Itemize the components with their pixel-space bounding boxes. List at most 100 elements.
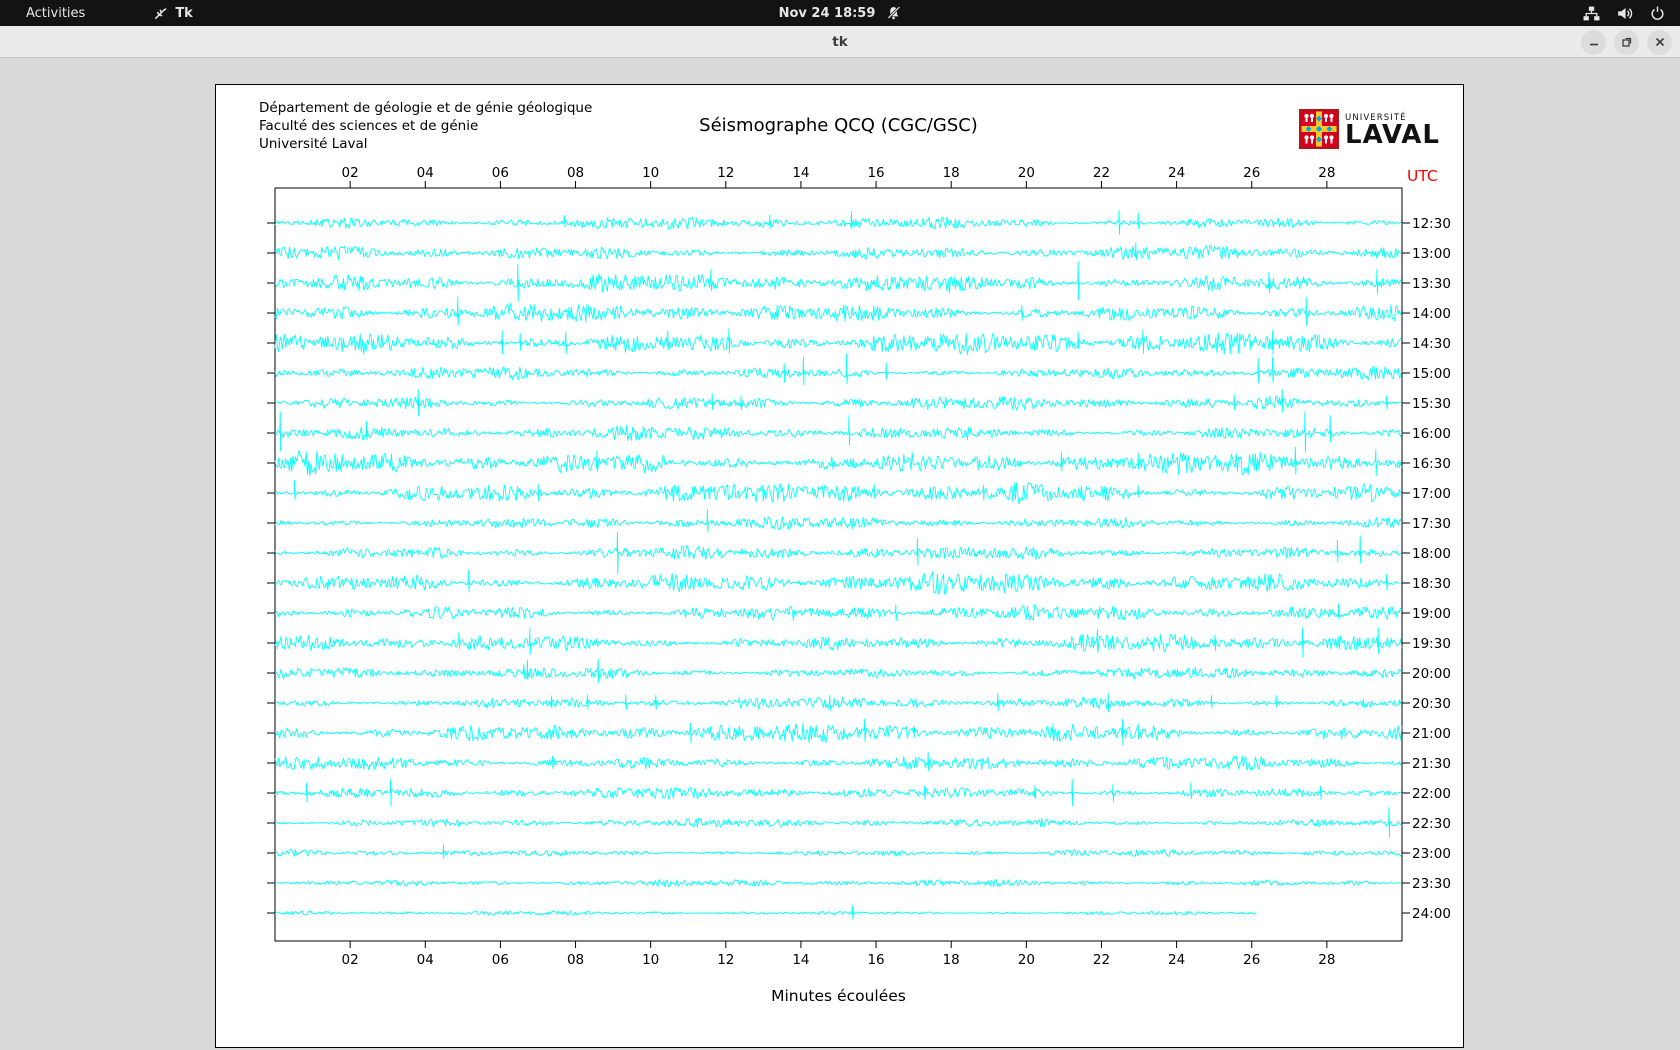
x-tick-label-bottom: 28 <box>1318 952 1335 968</box>
window-titlebar[interactable]: tk <box>0 26 1680 58</box>
power-icon <box>1649 5 1666 22</box>
x-tick-label-top: 16 <box>867 165 884 181</box>
minimize-button[interactable] <box>1581 30 1606 55</box>
seismogram-trace-14-00 <box>275 297 1402 325</box>
desktop: Activities Tk Nov 24 18:59 <box>0 0 1680 1050</box>
clock-menu[interactable]: Nov 24 18:59 <box>779 0 902 26</box>
utc-row-label: 20:00 <box>1412 666 1451 682</box>
x-tick-label-top: 26 <box>1243 165 1260 181</box>
seismogram-trace-20-30 <box>275 693 1402 712</box>
window-content: Département de géologie et de génie géol… <box>0 58 1680 1050</box>
seismogram-trace-12-30 <box>275 210 1402 234</box>
seismogram-trace-22-00 <box>275 779 1402 806</box>
seismogram-trace-21-00 <box>275 719 1402 745</box>
seismogram-trace-14-30 <box>275 329 1402 355</box>
seismogram-trace-24-00 <box>275 906 1255 920</box>
utc-row-label: 19:00 <box>1412 606 1451 622</box>
x-tick-label-bottom: 10 <box>642 952 659 968</box>
close-button[interactable] <box>1647 30 1672 55</box>
x-tick-label-top: 22 <box>1093 165 1110 181</box>
gnome-top-bar: Activities Tk Nov 24 18:59 <box>0 0 1680 26</box>
x-tick-label-bottom: 26 <box>1243 952 1260 968</box>
seismograph-canvas: Département de géologie et de génie géol… <box>215 84 1464 1048</box>
x-tick-label-top: 02 <box>342 165 359 181</box>
x-tick-label-bottom: 06 <box>492 952 509 968</box>
close-icon <box>1654 36 1666 48</box>
seismogram-trace-17-30 <box>275 509 1402 532</box>
utc-row-label: 12:30 <box>1412 216 1451 232</box>
notifications-disabled-icon <box>885 5 901 21</box>
app-indicator-label: Tk <box>175 6 193 21</box>
seismogram-plot: 0202040406060808101012121414161618182020… <box>216 85 1465 1049</box>
seismogram-trace-16-30 <box>275 447 1402 476</box>
x-tick-label-bottom: 16 <box>867 952 884 968</box>
seismogram-trace-13-30 <box>275 262 1402 301</box>
seismogram-trace-17-00 <box>275 481 1402 504</box>
utc-axis-title: UTC <box>1407 167 1438 185</box>
x-tick-label-top: 08 <box>567 165 584 181</box>
utc-row-label: 14:00 <box>1412 306 1451 322</box>
x-tick-label-bottom: 18 <box>943 952 960 968</box>
plot-border <box>275 188 1402 941</box>
utc-row-label: 24:00 <box>1412 906 1451 922</box>
seismogram-trace-18-30 <box>275 570 1402 594</box>
window-title: tk <box>0 26 1680 58</box>
x-tick-label-top: 28 <box>1318 165 1335 181</box>
restore-icon <box>1621 36 1633 48</box>
x-tick-label-bottom: 20 <box>1018 952 1035 968</box>
utc-row-label: 18:00 <box>1412 546 1451 562</box>
seismogram-trace-23-00 <box>275 845 1402 858</box>
x-axis-label: Minutes écoulées <box>771 987 906 1005</box>
x-tick-label-bottom: 02 <box>342 952 359 968</box>
seismogram-trace-22-30 <box>275 807 1402 837</box>
wired-network-icon <box>1583 5 1600 22</box>
utc-row-label: 23:30 <box>1412 876 1451 892</box>
utc-row-label: 18:30 <box>1412 576 1451 592</box>
x-tick-label-bottom: 08 <box>567 952 584 968</box>
utc-row-label: 17:30 <box>1412 516 1451 532</box>
seismogram-trace-15-00 <box>275 354 1402 385</box>
utc-row-label: 22:30 <box>1412 816 1451 832</box>
utc-row-label: 21:30 <box>1412 756 1451 772</box>
seismogram-trace-19-00 <box>275 604 1402 621</box>
volume-icon <box>1616 5 1633 22</box>
minimize-icon <box>1588 36 1600 48</box>
x-tick-label-top: 06 <box>492 165 509 181</box>
activities-button[interactable]: Activities <box>18 6 93 21</box>
clock-label: Nov 24 18:59 <box>779 6 876 21</box>
seismogram-trace-18-00 <box>275 532 1402 573</box>
restore-button[interactable] <box>1614 30 1639 55</box>
utc-row-label: 16:00 <box>1412 426 1451 442</box>
x-tick-label-bottom: 12 <box>717 952 734 968</box>
seismogram-trace-13-00 <box>275 243 1402 260</box>
seismogram-trace-19-30 <box>275 628 1402 658</box>
system-status-area[interactable] <box>1583 0 1666 26</box>
x-tick-label-top: 20 <box>1018 165 1035 181</box>
utc-row-label: 13:00 <box>1412 246 1451 262</box>
app-indicator[interactable]: Tk <box>153 6 193 21</box>
seismogram-trace-16-00 <box>275 411 1402 452</box>
seismogram-trace-20-00 <box>275 659 1402 683</box>
utc-row-label: 15:00 <box>1412 366 1451 382</box>
x-tick-label-top: 12 <box>717 165 734 181</box>
utc-row-label: 20:30 <box>1412 696 1451 712</box>
utc-row-label: 15:30 <box>1412 396 1451 412</box>
utc-row-label: 13:30 <box>1412 276 1451 292</box>
utc-row-label: 19:30 <box>1412 636 1451 652</box>
x-tick-label-top: 04 <box>417 165 434 181</box>
seismogram-trace-21-30 <box>275 752 1402 771</box>
seismogram-trace-23-30 <box>275 879 1402 886</box>
x-tick-label-bottom: 14 <box>792 952 809 968</box>
utc-row-label: 22:00 <box>1412 786 1451 802</box>
x-tick-label-bottom: 22 <box>1093 952 1110 968</box>
utc-row-label: 14:30 <box>1412 336 1451 352</box>
x-tick-label-top: 24 <box>1168 165 1185 181</box>
utc-row-label: 21:00 <box>1412 726 1451 742</box>
seismogram-trace-15-30 <box>275 390 1402 417</box>
utc-row-label: 17:00 <box>1412 486 1451 502</box>
x-tick-label-top: 14 <box>792 165 809 181</box>
x-tick-label-top: 10 <box>642 165 659 181</box>
tk-feather-icon <box>153 6 168 21</box>
x-tick-label-bottom: 24 <box>1168 952 1185 968</box>
x-tick-label-top: 18 <box>943 165 960 181</box>
